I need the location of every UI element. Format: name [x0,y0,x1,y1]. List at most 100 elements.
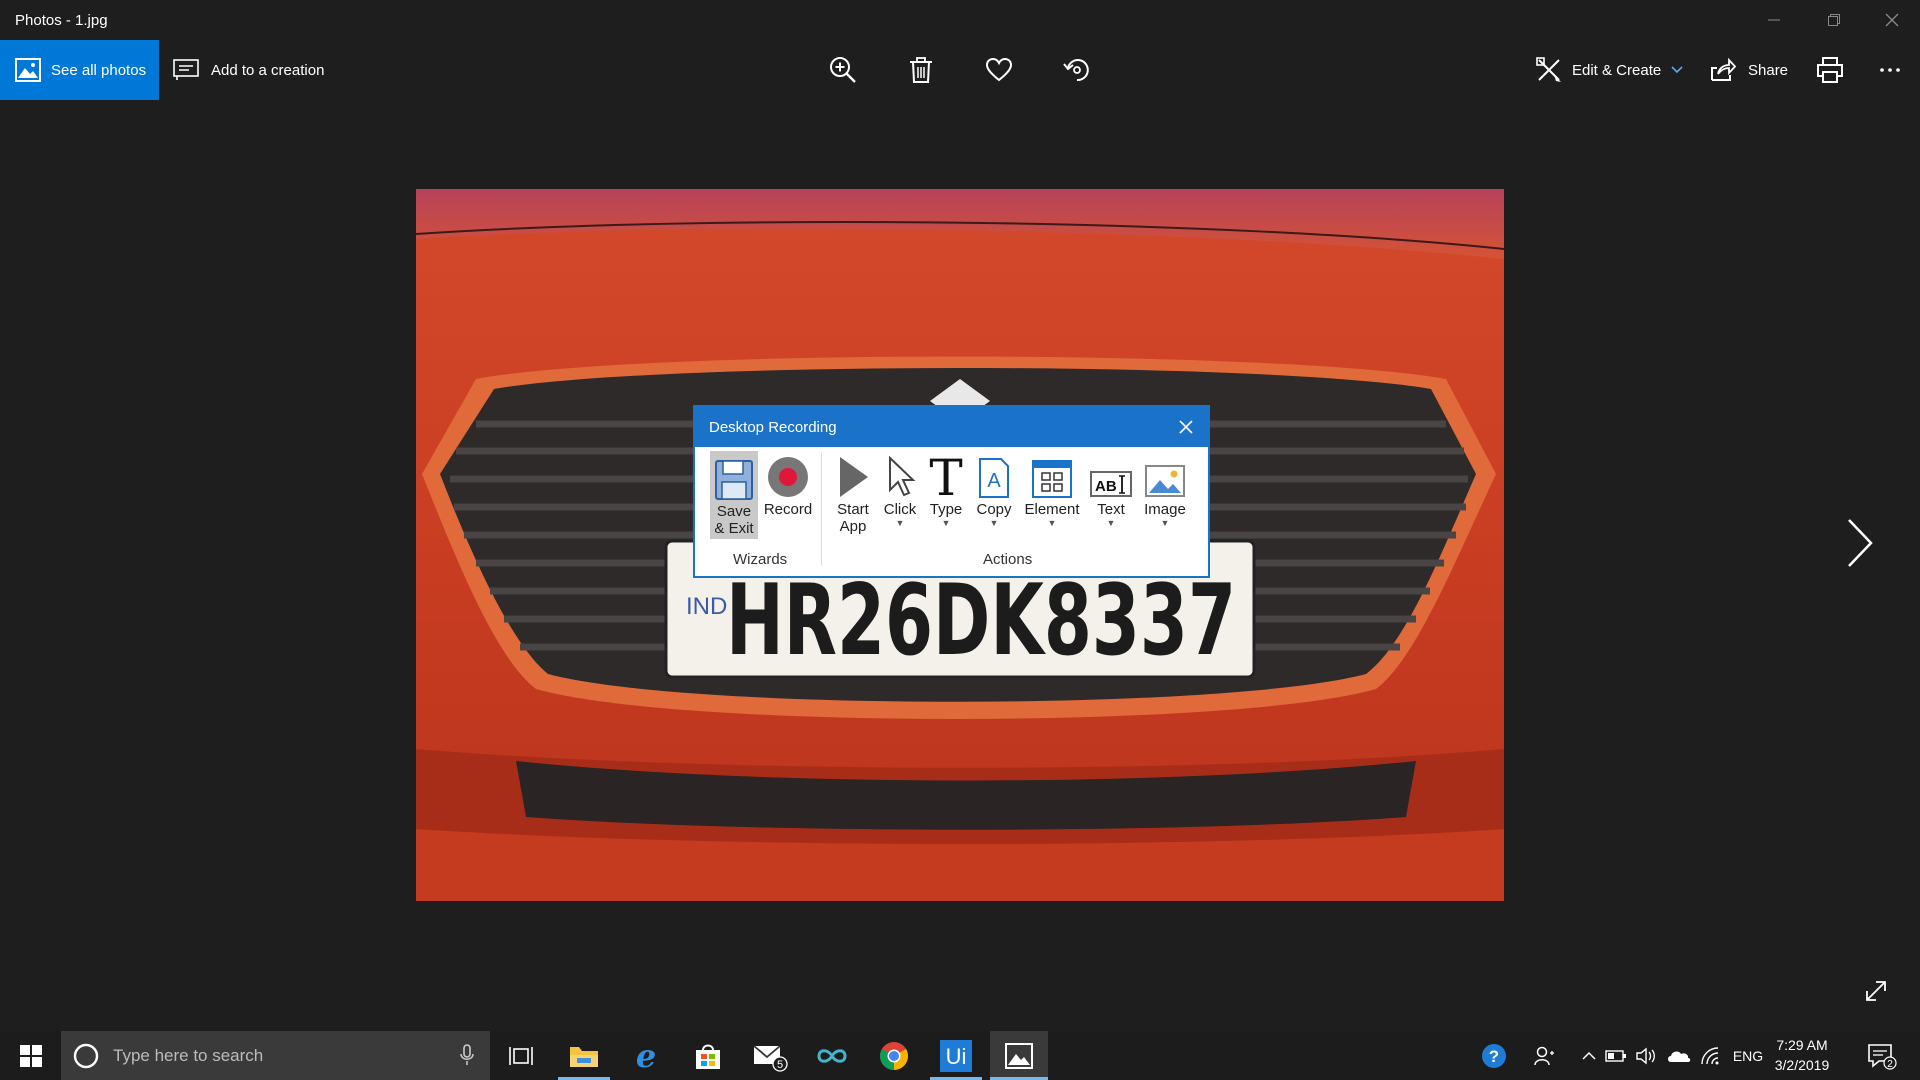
wizards-group-label: Wizards [733,551,788,568]
task-view-button[interactable] [496,1031,546,1080]
close-icon [1885,13,1899,27]
svg-text:e: e [636,1041,656,1071]
edge-browser-button[interactable]: e [620,1031,672,1080]
title-bar: Photos - 1.jpg [0,0,1920,40]
close-window-button[interactable] [1864,0,1920,40]
action-center-button[interactable]: 2 [1862,1031,1902,1080]
volume-icon [1636,1047,1655,1064]
plate-number: HR26DK8337 [726,564,1236,678]
more-options-button[interactable] [1860,40,1920,100]
help-button[interactable]: ? [1476,1031,1512,1080]
dialog-ribbon: Save & Exit Record Start App Click ▼ T T… [695,447,1208,576]
rotate-button[interactable] [1047,40,1107,100]
window-title: Photos - 1.jpg [15,12,108,29]
svg-text:AB: AB [1095,478,1117,495]
notification-icon: 2 [1868,1043,1897,1070]
restore-button[interactable] [1806,0,1862,40]
battery-icon [1605,1049,1626,1062]
edit-create-button[interactable]: Edit & Create [1536,40,1683,100]
heart-icon [985,57,1013,82]
copy-button[interactable]: A Copy ▼ [970,451,1018,528]
image-label: Image [1144,501,1186,518]
copy-label: Copy [976,501,1012,518]
file-explorer-button[interactable] [558,1031,610,1080]
element-button[interactable]: Element ▼ [1019,451,1085,528]
click-label: Click [883,501,917,518]
people-icon [1534,1046,1554,1065]
clock-time: 7:29 AM [1776,1037,1828,1053]
chevron-down-icon [1671,66,1683,74]
play-icon [840,457,868,497]
print-button[interactable] [1800,40,1860,100]
store-bag-icon [696,1044,720,1069]
save-exit-button[interactable]: Save & Exit [710,451,758,539]
uipath-icon: Ui [940,1039,972,1072]
edit-create-label: Edit & Create [1572,61,1662,79]
see-all-photos-button[interactable]: See all photos [0,40,159,100]
restore-icon [1828,14,1840,26]
chrome-button[interactable] [868,1031,920,1080]
share-icon [1711,58,1736,81]
start-button[interactable] [0,1031,61,1080]
dialog-close-button[interactable] [1174,415,1198,439]
click-button[interactable]: Click ▼ [878,451,922,528]
start-app-label-2: App [839,518,867,535]
mail-icon: 5 [753,1044,788,1072]
dialog-header: Desktop Recording [695,407,1208,447]
next-photo-button[interactable] [1838,515,1882,571]
record-button[interactable]: Record [761,451,815,518]
save-exit-label-1: Save [716,503,752,520]
infinity-app-button[interactable] [806,1031,858,1080]
mail-button[interactable]: 5 [744,1031,796,1080]
minimize-button[interactable] [1746,0,1802,40]
cloud-icon [1668,1051,1691,1062]
type-label: Type [929,501,963,518]
wifi-icon [1701,1046,1719,1064]
taskbar-search-box[interactable]: Type here to search [61,1031,490,1080]
zoom-button[interactable] [813,40,873,100]
print-icon [1817,57,1843,83]
svg-text:Ui: Ui [946,1044,967,1069]
rotate-icon [1063,59,1089,82]
onedrive-button[interactable] [1664,1031,1694,1080]
add-to-creation-button[interactable]: Add to a creation [173,40,324,100]
start-app-button[interactable]: Start App [830,451,876,535]
plate-prefix: IND [686,593,727,620]
clock-button[interactable]: 7:29 AM 3/2/2019 [1760,1035,1844,1075]
save-floppy-icon [715,460,753,500]
uipath-button[interactable]: Ui [930,1031,982,1080]
show-hidden-icons-button[interactable] [1578,1031,1600,1080]
photos-icon [15,58,41,82]
folder-icon [570,1046,598,1067]
edit-create-icon [1536,57,1561,82]
svg-text:T: T [929,453,962,499]
volume-button[interactable] [1633,1031,1659,1080]
type-button[interactable]: T Type ▼ [923,451,969,528]
windows-logo-icon [19,1044,42,1067]
text-button[interactable]: AB Text ▼ [1086,451,1136,528]
type-icon: T [929,453,962,499]
zoom-in-icon [830,57,856,83]
fullscreen-button[interactable] [1860,975,1892,1007]
people-button[interactable] [1528,1031,1560,1080]
delete-button[interactable] [891,40,951,100]
share-label: Share [1748,61,1789,79]
dialog-title: Desktop Recording [709,418,837,436]
battery-button[interactable] [1603,1031,1629,1080]
share-button[interactable]: Share [1710,40,1788,100]
svg-text:A: A [987,470,1001,492]
record-icon [768,457,808,497]
image-button[interactable]: Image ▼ [1138,451,1192,528]
copy-dropdown-icon: ▼ [989,518,999,528]
image-dropdown-icon: ▼ [1160,518,1170,528]
chrome-icon [880,1041,908,1070]
store-button[interactable] [682,1031,734,1080]
microphone-icon[interactable] [460,1044,474,1066]
notification-count: 2 [1887,1059,1893,1070]
favorite-button[interactable] [969,40,1029,100]
element-icon [1032,460,1072,498]
photos-app-button[interactable] [990,1031,1048,1080]
add-to-creation-label: Add to a creation [211,61,325,79]
start-app-label-1: Start [837,501,869,518]
network-button[interactable] [1697,1031,1723,1080]
